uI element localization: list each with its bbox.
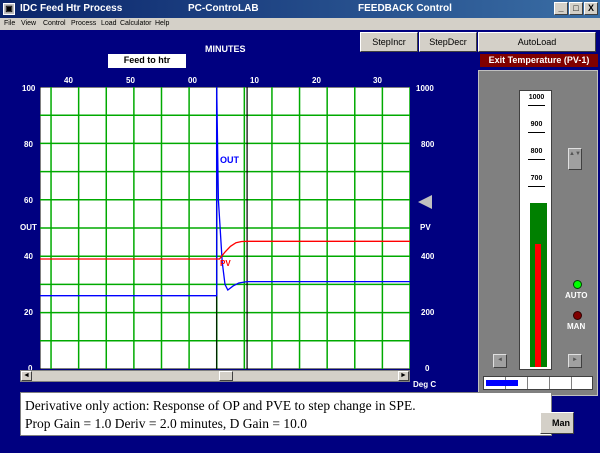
caption-box: Derivative only action: Response of OP a…	[20, 392, 552, 436]
man-button[interactable]: Man	[540, 412, 574, 434]
gauge-tick-line	[528, 132, 545, 133]
gauge-tick: 700	[530, 175, 543, 182]
time-scrollbar[interactable]: ◄ ►	[20, 370, 410, 382]
pv-axis-label: PV	[420, 223, 431, 232]
y-left-tick: 20	[24, 308, 33, 317]
man-led-icon	[573, 311, 582, 320]
app-title: IDC Feed Htr Process	[20, 3, 123, 14]
app-icon[interactable]: ▣	[3, 3, 15, 15]
setpoint-pointer-icon[interactable]	[418, 195, 432, 209]
out-axis-label: OUT	[20, 223, 37, 232]
exit-temperature-label: Exit Temperature (PV-1)	[480, 54, 598, 67]
output-fill	[486, 380, 518, 386]
output-seg	[528, 377, 550, 389]
output-seg	[550, 377, 572, 389]
y-left-tick: 40	[24, 252, 33, 261]
y-right-tick: 800	[421, 140, 435, 149]
x-tick: 40	[64, 76, 73, 85]
caption-line-2: Prop Gain = 1.0 Deriv = 2.0 minutes, D G…	[25, 416, 307, 431]
menu-file[interactable]: File	[4, 20, 15, 27]
step-incr-button[interactable]: StepIncr	[360, 32, 418, 52]
series-label-pv: PV	[220, 259, 231, 268]
menu-process[interactable]: Process	[71, 20, 96, 27]
pv-bar	[535, 243, 541, 367]
trend-chart: OUT PV	[40, 87, 410, 369]
pv-gauge: 1000 900 800 700	[519, 90, 552, 370]
scroll-thumb[interactable]	[219, 371, 233, 381]
y-right-tick: 200	[421, 308, 435, 317]
auto-label[interactable]: AUTO	[565, 291, 588, 300]
auto-led-icon	[573, 280, 582, 289]
gauge-tick: 800	[530, 148, 543, 155]
menu-view[interactable]: View	[21, 20, 36, 27]
title-bar: ▣ IDC Feed Htr Process PC-ControLAB FEED…	[0, 0, 600, 18]
setpoint-slider-icon[interactable]: ▲▼	[568, 148, 582, 170]
scroll-left-arrow-icon[interactable]: ◄	[21, 371, 32, 381]
close-button[interactable]: X	[584, 2, 598, 15]
x-tick: 10	[250, 76, 259, 85]
maximize-button[interactable]: □	[569, 2, 583, 15]
menu-calculator[interactable]: Calculator	[120, 20, 152, 27]
x-tick: 20	[312, 76, 321, 85]
y-left-tick: 80	[24, 140, 33, 149]
output-raise-button[interactable]: ►	[568, 354, 582, 368]
auto-load-button[interactable]: AutoLoad	[478, 32, 596, 52]
gauge-tick-line	[528, 105, 545, 106]
menu-control[interactable]: Control	[43, 20, 66, 27]
step-decr-button[interactable]: StepDecr	[419, 32, 477, 52]
menu-help[interactable]: Help	[155, 20, 169, 27]
caption-line-1: Derivative only action: Response of OP a…	[25, 398, 416, 413]
series-label-out: OUT	[220, 155, 240, 165]
man-label[interactable]: MAN	[567, 322, 585, 331]
y-left-tick: 60	[24, 196, 33, 205]
y-left-tick: 100	[22, 84, 36, 93]
x-tick: 00	[188, 76, 197, 85]
x-tick: 50	[126, 76, 135, 85]
output-bar	[483, 376, 593, 390]
gauge-tick-line	[528, 186, 545, 187]
gauge-tick: 1000	[528, 94, 545, 101]
y-right-tick: 400	[421, 252, 435, 261]
feed-label: Feed to htr	[108, 54, 186, 68]
y-right-tick: 1000	[416, 84, 434, 93]
right-title: FEEDBACK Control	[358, 3, 452, 14]
deg-c-label: Deg C	[413, 380, 437, 389]
gauge-tick: 900	[530, 121, 543, 128]
y-right-tick: 0	[425, 364, 430, 373]
menu-load[interactable]: Load	[101, 20, 117, 27]
scroll-right-arrow-icon[interactable]: ►	[398, 371, 409, 381]
output-lower-button[interactable]: ◄	[493, 354, 507, 368]
menu-bar: File View Control Process Load Calculato…	[0, 18, 600, 30]
minutes-label: MINUTES	[205, 44, 246, 54]
x-tick: 30	[373, 76, 382, 85]
gauge-tick-line	[528, 159, 545, 160]
center-title: PC-ControLAB	[188, 3, 259, 14]
minimize-button[interactable]: _	[554, 2, 568, 15]
